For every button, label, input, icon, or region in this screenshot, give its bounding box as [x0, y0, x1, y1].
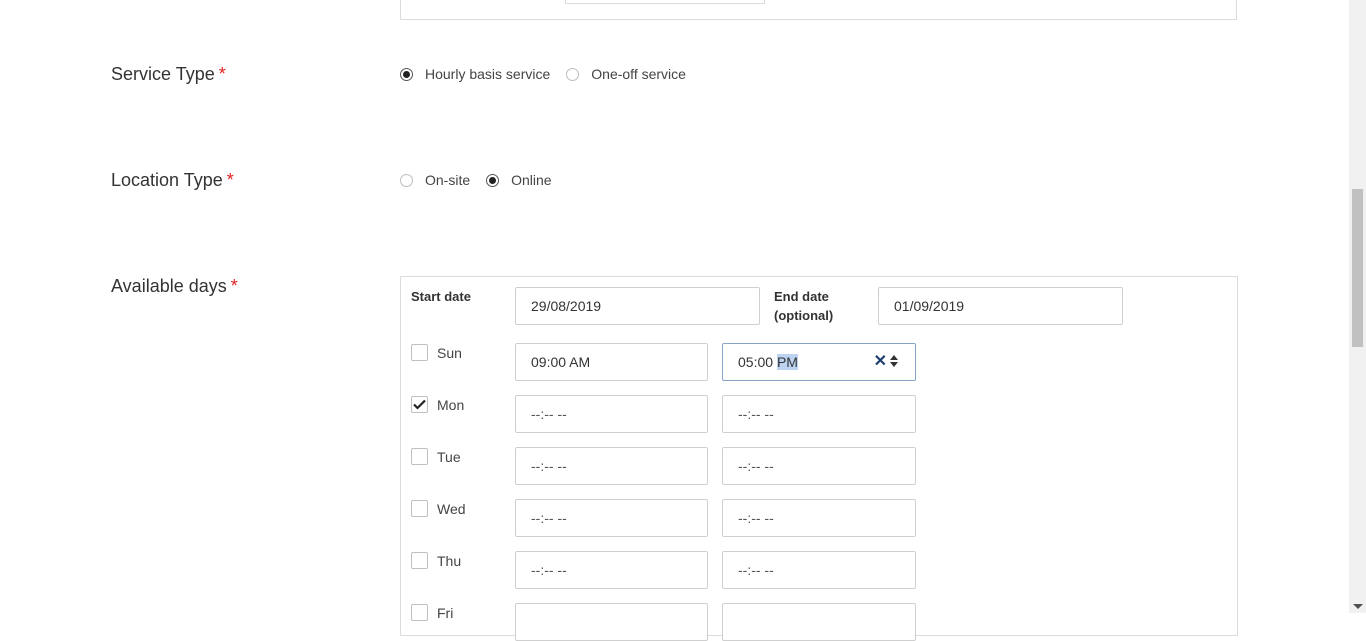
radio-online[interactable] [486, 173, 500, 187]
end-date-input[interactable]: 01/09/2019 [878, 287, 1123, 325]
day-label-thu: Thu [437, 553, 462, 569]
wed-start-time-input[interactable]: --:-- -- [515, 499, 708, 537]
location-type-options: On-site Online [400, 172, 568, 188]
thu-end-time-input[interactable]: --:-- -- [722, 551, 916, 589]
mon-start-time-input[interactable]: --:-- -- [515, 395, 708, 433]
sun-end-time-input[interactable]: 05:00 PM ✕ [722, 343, 916, 381]
end-date-label: End date (optional) [774, 289, 834, 323]
sun-start-time-input[interactable]: 09:00 AM [515, 343, 708, 381]
selected-period-segment[interactable]: PM [776, 354, 798, 370]
tue-end-time-input[interactable]: --:-- -- [722, 447, 916, 485]
wed-end-time-input[interactable]: --:-- -- [722, 499, 916, 537]
scroll-down-arrow-icon[interactable] [1353, 604, 1363, 609]
radio-hourly-basis-service[interactable] [400, 67, 413, 81]
available-days-label: Available days * [111, 276, 238, 296]
scrollbar-thumb[interactable] [1352, 189, 1363, 347]
mon-end-time-input[interactable]: --:-- -- [722, 395, 916, 433]
radio-label-on-site[interactable]: On-site [425, 172, 470, 188]
available-days-panel: Start date 29/08/2019 End date (optional… [400, 276, 1238, 641]
close-icon[interactable]: ✕ [874, 353, 887, 371]
checkbox-thu[interactable] [411, 552, 428, 569]
previous-input[interactable] [565, 0, 765, 4]
vertical-scrollbar[interactable] [1349, 0, 1366, 613]
service-type-options: Hourly basis service One-off service [400, 66, 702, 82]
required-marker: * [230, 276, 238, 296]
radio-on-site[interactable] [400, 173, 413, 187]
start-date-value: 29/08/2019 [531, 298, 602, 314]
end-date-value: 01/09/2019 [894, 298, 965, 314]
service-type-label: Service Type * [111, 64, 226, 84]
spinner-icon[interactable] [890, 355, 898, 367]
checkbox-tue[interactable] [411, 448, 428, 465]
checkbox-mon[interactable] [411, 396, 428, 413]
checkbox-wed[interactable] [411, 500, 428, 517]
start-date-label: Start date [411, 289, 471, 304]
location-type-label: Location Type * [111, 170, 234, 190]
radio-one-off-service[interactable] [566, 67, 580, 81]
fri-start-time-input[interactable] [515, 603, 708, 641]
tue-start-time-input[interactable]: --:-- -- [515, 447, 708, 485]
day-label-mon: Mon [437, 397, 465, 413]
thu-start-time-input[interactable]: --:-- -- [515, 551, 708, 589]
day-label-tue: Tue [437, 449, 461, 465]
day-label-wed: Wed [437, 501, 466, 517]
start-date-input[interactable]: 29/08/2019 [515, 287, 760, 325]
radio-label-hourly[interactable]: Hourly basis service [425, 66, 550, 82]
day-label-fri: Fri [437, 605, 454, 621]
checkmark-icon [413, 399, 426, 410]
fri-end-time-input[interactable] [722, 603, 916, 641]
previous-section-box [400, 0, 1237, 20]
radio-label-online[interactable]: Online [511, 172, 551, 188]
radio-label-one-off[interactable]: One-off service [591, 66, 686, 82]
day-label-sun: Sun [437, 345, 462, 361]
checkbox-sun[interactable] [411, 344, 428, 361]
required-marker: * [218, 64, 226, 84]
required-marker: * [226, 170, 234, 190]
